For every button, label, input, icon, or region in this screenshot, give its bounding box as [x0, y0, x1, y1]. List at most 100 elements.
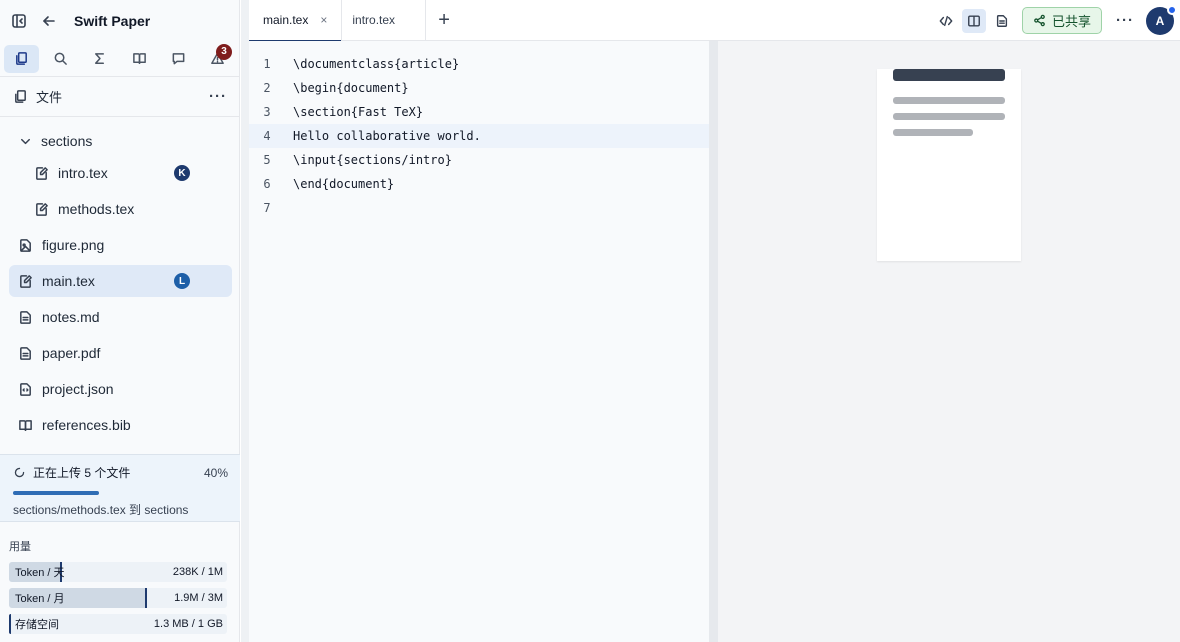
top-right-toolbar: 已共享 ··· A [934, 0, 1177, 41]
code-line[interactable]: 7 [249, 196, 709, 220]
code-text: \begin{document} [293, 81, 409, 95]
tree-file-paper-pdf[interactable]: paper.pdf [9, 337, 232, 369]
tree-item-label: notes.md [42, 309, 100, 325]
close-tab-icon[interactable]: × [320, 13, 327, 27]
line-number: 6 [263, 177, 271, 191]
chat-tool-button[interactable] [161, 45, 196, 73]
document-icon [996, 14, 1008, 27]
tree-file-notes-md[interactable]: notes.md [9, 301, 232, 333]
line-number: 4 [263, 129, 271, 143]
online-status-dot [1167, 4, 1177, 15]
back-arrow-icon[interactable] [40, 12, 58, 30]
tree-file-references-bib[interactable]: references.bib [9, 409, 232, 441]
code-text: \input{sections/intro} [293, 153, 452, 167]
preview-page-thumbnail [877, 69, 1021, 261]
files-icon [15, 90, 26, 103]
sidebar-resize-handle[interactable] [241, 0, 249, 642]
usage-meter-storage: 存储空间 1.3 MB / 1 GB [9, 614, 227, 634]
editor-preview-splitter[interactable] [709, 41, 718, 642]
usage-meter-label: 存储空间 [15, 619, 59, 631]
collaborator-avatar: L [174, 273, 190, 289]
code-line[interactable]: 3 \section{Fast TeX} [249, 100, 709, 124]
split-view-icon [968, 14, 980, 27]
tab-label: main.tex [263, 13, 309, 27]
book-icon [132, 53, 146, 64]
usage-meter-value: 238K / 1M [172, 566, 223, 578]
collaborator-avatar: K [174, 165, 190, 181]
upload-percent: 40% [203, 465, 228, 480]
warnings-tool-button[interactable]: 3 [200, 43, 235, 73]
upload-status: 正在上传 5 个文件 [33, 466, 131, 480]
upload-detail: sections/methods.tex 到 sections [13, 503, 189, 517]
user-initial: A [1155, 13, 1165, 28]
user-avatar[interactable]: A [1146, 4, 1177, 35]
chevron-down-icon[interactable] [18, 134, 33, 149]
files-more-button[interactable]: ··· [209, 88, 227, 105]
source-view-button[interactable] [934, 9, 958, 33]
tree-file-main-tex[interactable]: main.tex L [9, 265, 232, 297]
usage-meter-token-day: Token / 天 238K / 1M [9, 562, 227, 582]
book-tool-button[interactable] [122, 45, 157, 73]
tree-item-label: main.tex [42, 273, 95, 289]
tab-main-tex[interactable]: main.tex × [249, 0, 343, 42]
line-number: 5 [263, 153, 271, 167]
more-options-button[interactable]: ··· [1116, 12, 1134, 29]
code-text: \end{document} [293, 177, 395, 191]
tree-folder-sections[interactable]: sections [9, 125, 232, 157]
edit-file-icon [20, 274, 32, 288]
files-panel-title: 文件 [36, 90, 63, 105]
split-view-button[interactable] [961, 8, 986, 33]
document-icon [20, 346, 31, 360]
code-text: \section{Fast TeX} [293, 105, 424, 119]
preview-text-placeholder [893, 97, 1005, 104]
tree-item-label: figure.png [42, 237, 105, 253]
image-file-icon [20, 238, 31, 252]
upload-progress-panel: 正在上传 5 个文件 40% sections/methods.tex 到 se… [0, 454, 240, 522]
usage-meter-label: Token / 月 [15, 593, 65, 605]
line-number: 2 [263, 81, 271, 95]
usage-panel: 用量 Token / 天 238K / 1M Token / 月 1.9M / … [0, 523, 240, 640]
code-line[interactable]: 6 \end{document} [249, 172, 709, 196]
tree-file-intro-tex[interactable]: intro.tex K [25, 157, 232, 189]
tree-file-methods-tex[interactable]: methods.tex [25, 193, 232, 225]
tree-item-label: methods.tex [58, 201, 135, 217]
tree-file-figure-png[interactable]: figure.png [9, 229, 232, 261]
code-line[interactable]: 5 \input{sections/intro} [249, 148, 709, 172]
loading-spinner-icon [14, 467, 25, 478]
files-tool-button[interactable] [4, 44, 40, 73]
preview-text-placeholder [893, 113, 1005, 120]
code-editor[interactable]: 1 \documentclass{article} 2 \begin{documen… [249, 41, 709, 642]
code-text: Hello collaborative world. [293, 129, 481, 143]
usage-meter-value: 1.3 MB / 1 GB [153, 618, 223, 630]
code-line[interactable]: 1 \documentclass{article} [249, 52, 709, 76]
files-panel-header: 文件 ··· [0, 77, 239, 117]
sidebar-toolbar: 3 [0, 41, 239, 77]
collapse-sidebar-icon[interactable] [10, 12, 28, 30]
search-icon [54, 52, 68, 65]
usage-title: 用量 [9, 541, 31, 553]
tab-label: intro.tex [352, 13, 396, 27]
add-tab-button[interactable]: + [428, 4, 460, 36]
sigma-icon [95, 53, 105, 64]
sigma-tool-button[interactable] [82, 45, 117, 73]
preview-text-placeholder [893, 129, 973, 136]
sidebar-header: Swift Paper [0, 0, 239, 41]
preview-title-placeholder [893, 69, 1005, 81]
line-number: 3 [263, 105, 271, 119]
upload-progress-bar [13, 491, 99, 495]
tree-file-project-json[interactable]: project.json [9, 373, 232, 405]
line-number: 7 [263, 201, 271, 215]
share-button[interactable]: 已共享 [1021, 7, 1102, 34]
pdf-view-button[interactable] [990, 9, 1014, 33]
search-tool-button[interactable] [43, 45, 78, 73]
json-file-icon [20, 382, 31, 396]
usage-meter-label: Token / 天 [15, 567, 65, 579]
edit-file-icon [36, 166, 48, 180]
tab-intro-tex[interactable]: intro.tex [342, 0, 427, 41]
code-icon [939, 15, 953, 26]
warning-count-badge: 3 [216, 43, 233, 60]
edit-file-icon [36, 202, 48, 216]
code-line-current[interactable]: 4 Hello collaborative world. [249, 124, 709, 148]
code-line[interactable]: 2 \begin{document} [249, 76, 709, 100]
book-icon [19, 419, 32, 431]
